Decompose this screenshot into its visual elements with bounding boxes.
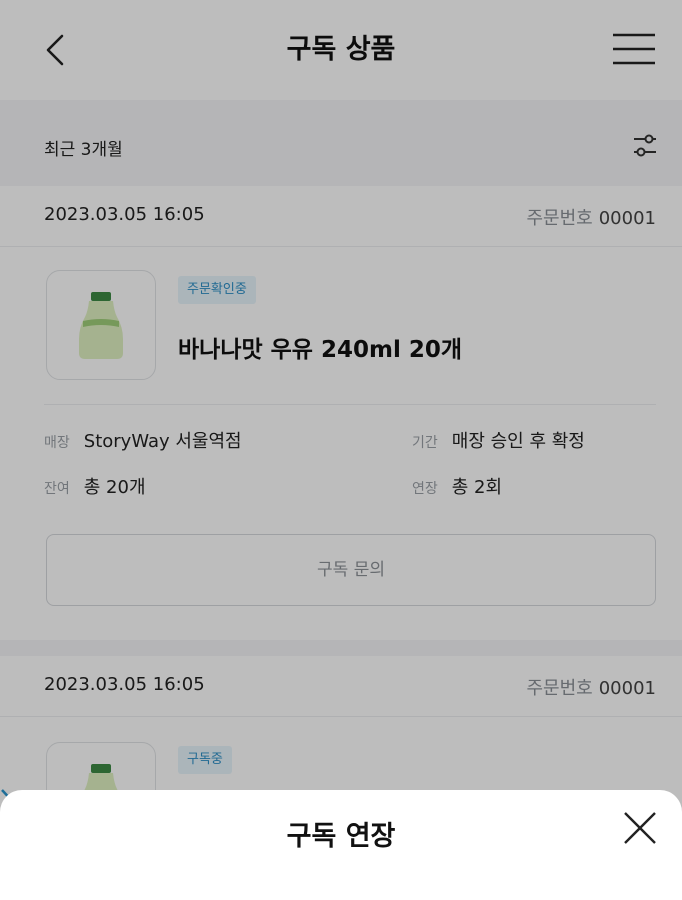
subscription-extension-sheet: 구독 연장: [0, 790, 682, 900]
sheet-title: 구독 연장: [286, 821, 396, 852]
modal-dim-overlay[interactable]: [0, 0, 682, 886]
close-icon[interactable]: [622, 810, 658, 846]
